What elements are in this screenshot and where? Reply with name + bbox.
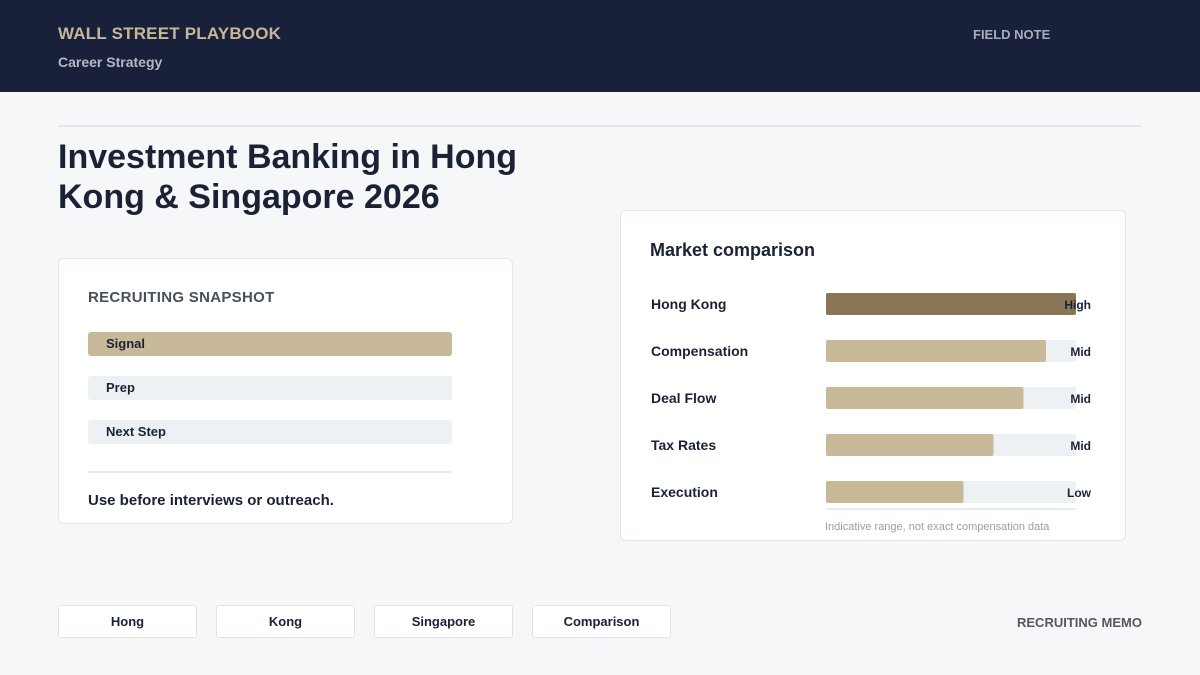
value-label-tax-rates: Mid: [1070, 439, 1091, 453]
snapshot-item-signal[interactable]: Signal: [88, 332, 452, 356]
category-label-execution: Execution: [651, 484, 718, 500]
category-label-compensation: Compensation: [651, 343, 748, 359]
tab-comparison[interactable]: Comparison: [532, 605, 671, 638]
page-title: Investment Banking in Hong Kong & Singap…: [58, 138, 518, 216]
chart-baseline: [826, 508, 1076, 510]
market-comparison-chart: Hong Kong High Compensation Mid Deal Flow Mid…: [651, 293, 1092, 510]
bar-deal-flow: [826, 387, 1024, 409]
snapshot-heading: RECRUITING SNAPSHOT: [88, 289, 275, 306]
tab-kong[interactable]: Kong: [216, 605, 355, 638]
value-label-compensation: Mid: [1070, 345, 1091, 359]
category-label-deal-flow: Deal Flow: [651, 390, 716, 406]
top-banner: WALL STREET PLAYBOOK Career Strategy FIE…: [0, 0, 1200, 92]
value-label-hong-kong: High: [1064, 298, 1091, 312]
market-comparison-card: Market comparison Hong Kong High Compensat…: [620, 210, 1126, 541]
snapshot-note: Use before interviews or outreach.: [88, 492, 334, 509]
snapshot-divider: [88, 471, 452, 473]
value-label-execution: Low: [1067, 486, 1092, 500]
bar-execution: [826, 481, 964, 503]
category-label-tax-rates: Tax Rates: [651, 437, 716, 453]
brand-title: WALL STREET PLAYBOOK: [58, 24, 282, 43]
recruiting-snapshot-card: RECRUITING SNAPSHOT Signal Prep Next Ste…: [58, 258, 513, 524]
bar-compensation: [826, 340, 1046, 362]
tab-singapore[interactable]: Singapore: [374, 605, 513, 638]
brand-subtitle: Career Strategy: [58, 54, 163, 70]
bar-hong-kong: [826, 293, 1076, 315]
recruiting-memo-label: RECRUITING MEMO: [1017, 615, 1142, 630]
snapshot-item-next-step[interactable]: Next Step: [88, 420, 452, 444]
chart-footnote: Indicative range, not exact compensation…: [825, 521, 1050, 533]
tab-hong[interactable]: Hong: [58, 605, 197, 638]
title-divider: [58, 125, 1141, 127]
category-label-hong-kong: Hong Kong: [651, 296, 726, 312]
value-label-deal-flow: Mid: [1070, 392, 1091, 406]
field-note-tag: FIELD NOTE: [973, 27, 1051, 42]
snapshot-item-prep[interactable]: Prep: [88, 376, 452, 400]
bar-tax-rates: [826, 434, 994, 456]
